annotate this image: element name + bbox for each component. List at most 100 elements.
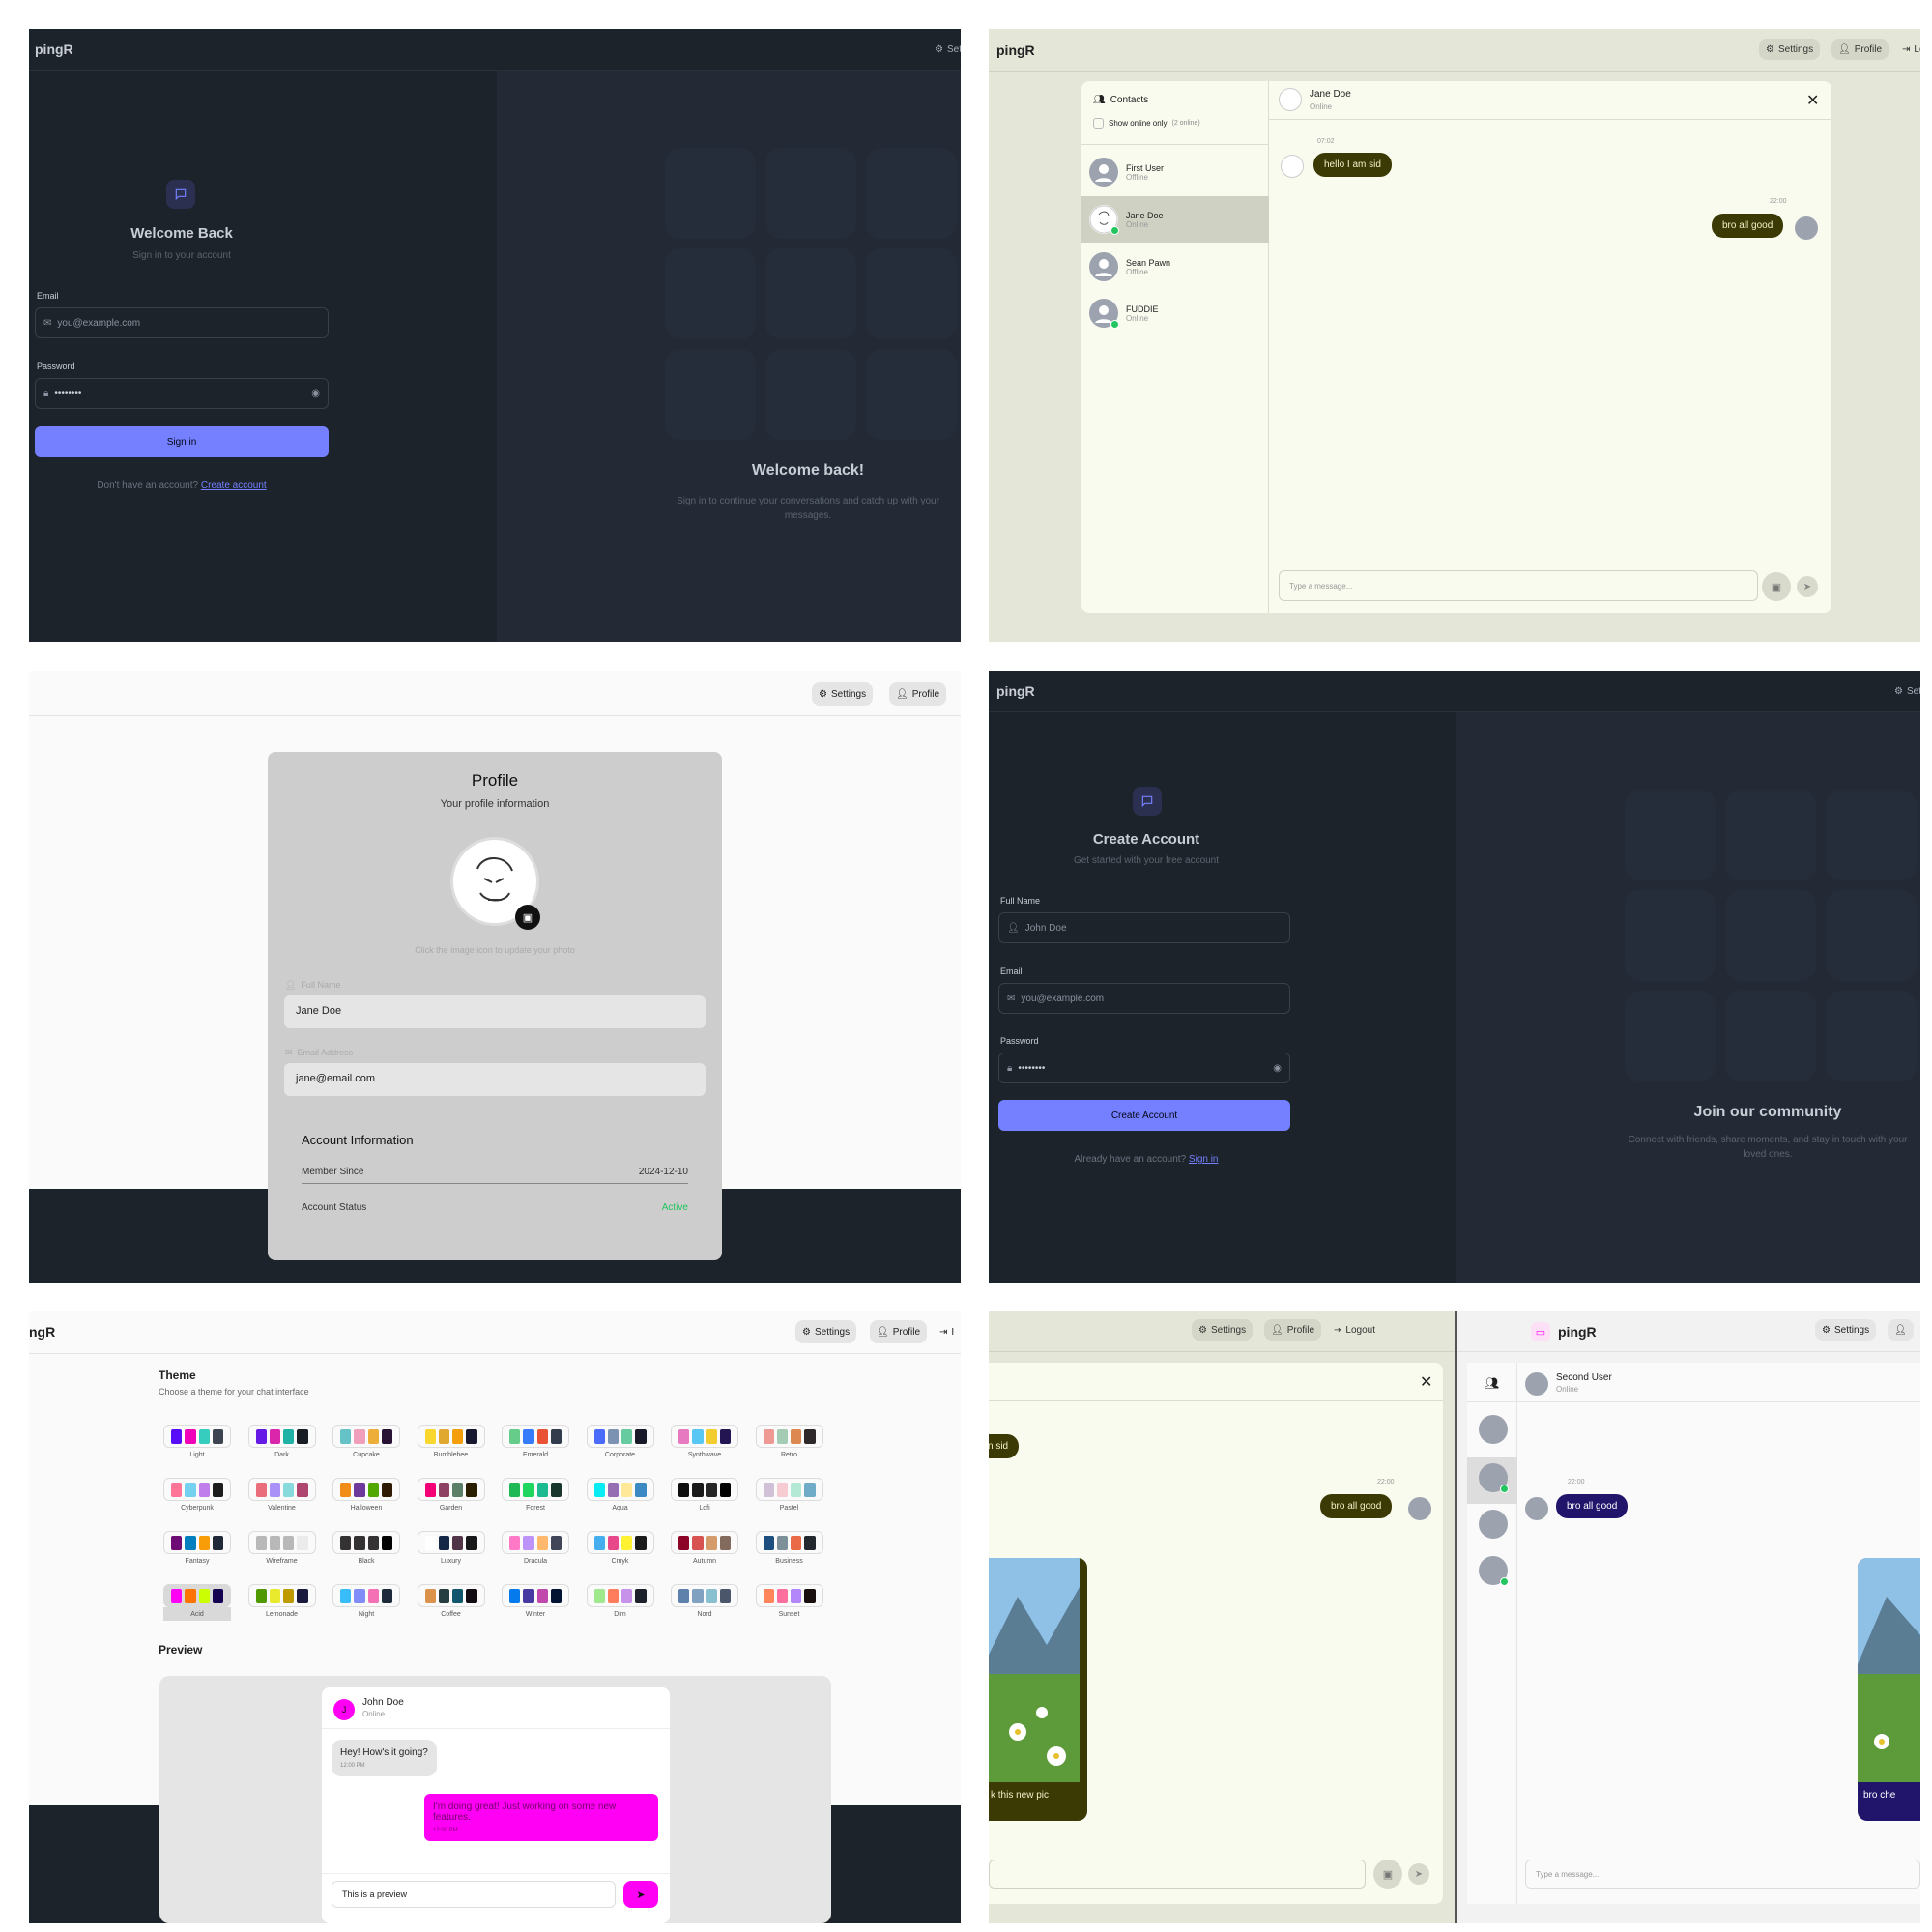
theme-option-black[interactable] [332,1531,400,1554]
profile-button[interactable]: 👤︎ Profile [1264,1319,1322,1341]
create-account-button[interactable]: Create Account [998,1100,1290,1131]
theme-color-chip [269,1589,280,1603]
message-input[interactable] [989,1860,1366,1889]
theme-option-halloween[interactable] [332,1478,400,1501]
theme-option-luxury[interactable] [417,1531,485,1554]
contact-item[interactable]: Sean Pawn Offline [1081,244,1269,290]
email-input[interactable]: ✉ you@example.com [998,983,1290,1014]
app-logo[interactable]: pingR [996,43,1035,58]
app-logo[interactable]: pingR [996,683,1035,699]
theme-option-forest[interactable] [502,1478,569,1501]
profile-button[interactable]: 👤︎ Profile [870,1320,928,1343]
profile-button[interactable]: 👤︎ Profile [889,682,947,706]
checkbox[interactable] [1093,118,1104,129]
preview-input[interactable]: This is a preview [332,1881,616,1908]
message-input[interactable]: Type a message... [1279,570,1758,601]
eye-icon[interactable]: ◉ [311,389,320,399]
theme-option-dracula[interactable] [502,1531,569,1554]
logout-button[interactable]: ⇥ Logout [1327,1319,1382,1341]
theme-option-lofi[interactable] [671,1478,738,1501]
gear-icon: ⚙ [1894,685,1903,697]
settings-button[interactable]: ⚙ Settings [1759,39,1821,60]
password-input[interactable]: 🔒︎ •••••••• ◉ [998,1053,1290,1083]
theme-option-retro[interactable] [755,1425,823,1448]
name-input[interactable]: 👤︎ John Doe [998,912,1290,943]
theme-color-chip [381,1429,392,1444]
theme-option-autumn[interactable] [671,1531,738,1554]
theme-option-cmyk[interactable] [586,1531,654,1554]
profile-button[interactable]: 👤︎ [1888,1319,1914,1341]
theme-option-lemonade[interactable] [247,1584,316,1607]
eye-icon[interactable]: ◉ [1273,1063,1282,1074]
theme-option-cupcake[interactable] [332,1425,400,1448]
avatar[interactable] [1479,1415,1508,1444]
theme-title: Theme [159,1369,196,1382]
close-icon[interactable]: ✕ [1420,1372,1432,1392]
theme-option-emerald[interactable] [502,1425,569,1448]
theme-option-cyberpunk[interactable] [163,1478,231,1501]
theme-option-wireframe[interactable] [247,1531,316,1554]
theme-color-chip [719,1536,731,1550]
send-icon[interactable]: ➤ [623,1881,658,1908]
theme-option-dark[interactable] [247,1425,316,1448]
send-icon[interactable]: ➤ [1408,1863,1429,1885]
logout-button[interactable]: ⇥ I [933,1320,961,1343]
logout-button[interactable]: ⇥Lo [1895,39,1920,60]
theme-option-dim[interactable] [586,1584,654,1607]
settings-button[interactable]: ⚙Sett [1888,680,1920,702]
image-icon[interactable]: ▣ [1762,572,1791,601]
theme-color-chip [438,1589,449,1603]
settings-button[interactable]: ⚙ Settings [1815,1319,1877,1341]
online-filter[interactable]: Show online only (2 online) [1093,118,1200,129]
image-icon[interactable]: ▣ [1373,1860,1402,1889]
theme-option-synthwave[interactable] [671,1425,738,1448]
sign-in-link[interactable]: Sign in [1189,1154,1219,1165]
contact-item-selected[interactable]: Jane Doe Online [1081,196,1269,243]
theme-option-acid[interactable] [163,1584,231,1607]
avatar[interactable] [1479,1556,1509,1586]
theme-option-fantasy[interactable] [163,1531,231,1554]
theme-color-chip [719,1429,731,1444]
theme-color-chip [509,1589,521,1603]
theme-option-garden[interactable] [417,1478,485,1501]
theme-option-light[interactable] [163,1425,231,1448]
avatar[interactable] [1479,1463,1509,1493]
users-icon[interactable]: 👥︎ [1485,1376,1499,1390]
theme-option-sunset[interactable] [755,1584,823,1607]
send-icon[interactable]: ➤ [1797,576,1818,597]
profile-button[interactable]: 👤︎ Profile [1831,39,1889,60]
contact-item[interactable]: FUDDIE Online [1081,290,1269,336]
theme-option-winter[interactable] [502,1584,569,1607]
contact-item[interactable]: First User Offline [1081,149,1269,195]
signup-prompt: Don't have an account? Create account [97,480,267,491]
theme-color-chip [678,1429,690,1444]
settings-button[interactable]: ⚙ Settings [795,1320,857,1343]
theme-option-nord[interactable] [671,1584,738,1607]
theme-option-business[interactable] [755,1531,823,1554]
chat-container: 👥︎ Second User Online 22:00 bro all good [1467,1363,1920,1904]
user-icon: 👤︎ [1894,1324,1907,1336]
settings-button[interactable]: ⚙ Settings [1192,1319,1254,1341]
app-logo[interactable]: pingR [35,42,73,57]
password-input[interactable]: 🔒︎ •••••••• ◉ [35,378,329,409]
theme-option-bumblebee[interactable] [417,1425,485,1448]
theme-option-coffee[interactable] [417,1584,485,1607]
avatar[interactable] [1479,1510,1508,1539]
theme-option-night[interactable] [332,1584,400,1607]
settings-button[interactable]: ⚙ Settings [812,682,874,706]
message-input[interactable]: Type a message... [1525,1860,1920,1889]
app-logo[interactable]: pingR [1558,1324,1597,1340]
settings-button[interactable]: ⚙Sett [928,39,961,60]
theme-option-pastel[interactable] [755,1478,823,1501]
theme-option-corporate[interactable] [586,1425,654,1448]
create-account-link[interactable]: Create account [201,480,267,491]
chat-header: Jane Doe Online ✕ [1269,81,1831,120]
close-icon[interactable]: ✕ [1806,91,1819,110]
image-icon[interactable]: ▣ [515,905,540,930]
theme-color-chip [198,1483,210,1497]
email-input[interactable]: ✉ you@example.com [35,307,329,338]
theme-option-valentine[interactable] [247,1478,316,1501]
sign-in-button[interactable]: Sign in [35,426,329,457]
app-logo[interactable]: ngR [29,1324,55,1340]
theme-option-aqua[interactable] [586,1478,654,1501]
